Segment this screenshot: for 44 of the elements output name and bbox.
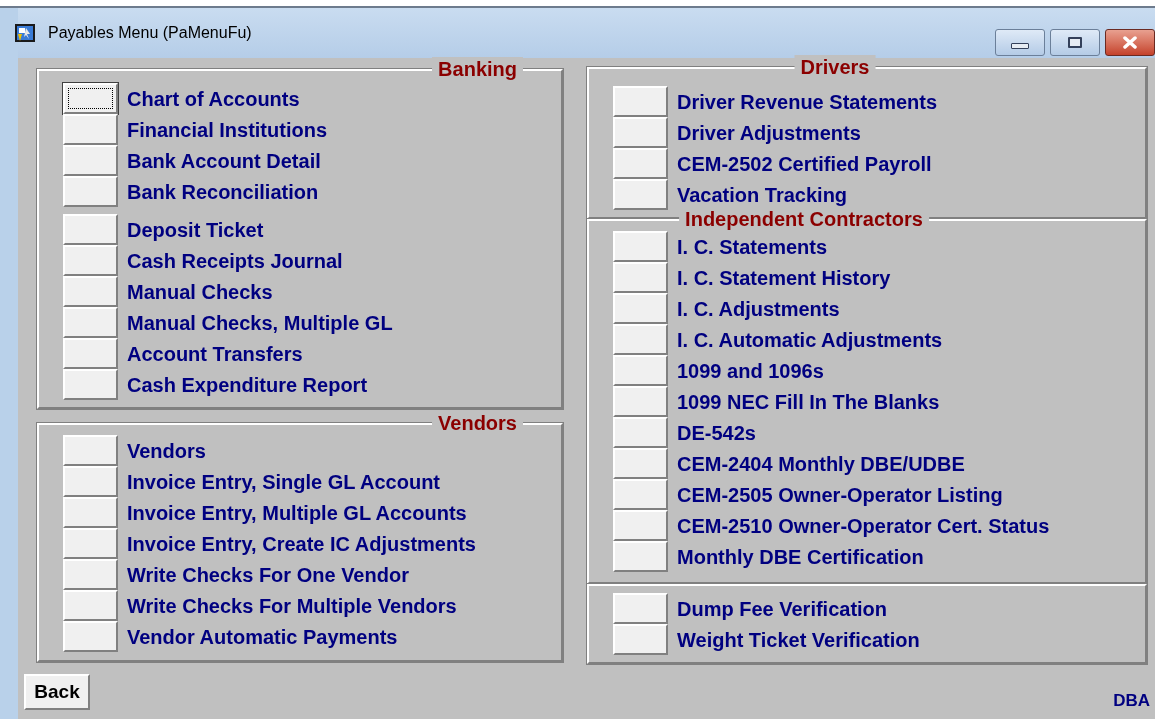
menu-label[interactable]: Write Checks For Multiple Vendors	[127, 590, 457, 621]
menu-label[interactable]: Driver Adjustments	[677, 117, 861, 148]
menu-label[interactable]: Vacation Tracking	[677, 179, 848, 210]
menu-label[interactable]: Invoice Entry, Single GL Account	[127, 466, 441, 497]
close-button[interactable]	[1105, 29, 1155, 56]
menu-label[interactable]: I. C. Statement History	[677, 262, 891, 293]
close-icon	[1122, 36, 1138, 49]
menu-label[interactable]: 1099 NEC Fill In The Blanks	[677, 386, 940, 417]
menu-label[interactable]: Financial Institutions	[127, 114, 327, 145]
menu-label[interactable]: I. C. Adjustments	[677, 293, 840, 324]
menu-label[interactable]: CEM-2404 Monthly DBE/UDBE	[677, 448, 965, 479]
minimize-button[interactable]	[995, 29, 1045, 56]
menu-button[interactable]	[63, 83, 118, 114]
back-button[interactable]: Back	[24, 674, 90, 710]
menu-label[interactable]: Write Checks For One Vendor	[127, 559, 409, 590]
menu-label[interactable]: Invoice Entry, Create IC Adjustments	[127, 528, 476, 559]
menu-label[interactable]: Invoice Entry, Multiple GL Accounts	[127, 497, 467, 528]
menu-label[interactable]: CEM-2510 Owner-Operator Cert. Status	[677, 510, 1050, 541]
menu-label[interactable]: DE-542s	[677, 417, 756, 448]
menu-label[interactable]: Chart of Accounts	[127, 83, 300, 114]
menu-label[interactable]: Account Transfers	[127, 338, 303, 369]
menu-label[interactable]: CEM-2505 Owner-Operator Listing	[677, 479, 1003, 510]
app-icon	[14, 22, 36, 44]
menu-label[interactable]: Vendor Automatic Payments	[127, 621, 398, 652]
menu-label[interactable]: Monthly DBE Certification	[677, 541, 924, 572]
menu-label[interactable]: Cash Receipts Journal	[127, 245, 343, 276]
menu-label[interactable]: Weight Ticket Verification	[677, 624, 920, 655]
menu-label[interactable]: I. C. Statements	[677, 231, 828, 262]
menu-label[interactable]: CEM-2502 Certified Payroll	[677, 148, 932, 179]
menu-label[interactable]: Driver Revenue Statements	[677, 86, 938, 117]
menu-label[interactable]: Dump Fee Verification	[677, 593, 888, 624]
group-heading: Banking	[432, 57, 523, 81]
menu-label[interactable]: Vendors	[127, 435, 206, 466]
menu-label[interactable]: Manual Checks	[127, 276, 273, 307]
menu-label[interactable]: Manual Checks, Multiple GL	[127, 307, 393, 338]
menu-label[interactable]: Bank Reconciliation	[127, 176, 319, 207]
menu-label[interactable]: Cash Expenditure Report	[127, 369, 368, 400]
menu-label[interactable]: Bank Account Detail	[127, 145, 321, 176]
status-text: DBA	[1113, 690, 1150, 712]
window-title: Payables Menu (PaMenuFu)	[48, 23, 252, 43]
maximize-button[interactable]	[1050, 29, 1100, 56]
menu-label[interactable]: I. C. Automatic Adjustments	[677, 324, 943, 355]
menu-label[interactable]: 1099 and 1096s	[677, 355, 824, 386]
menu-label[interactable]: Deposit Ticket	[127, 214, 264, 245]
